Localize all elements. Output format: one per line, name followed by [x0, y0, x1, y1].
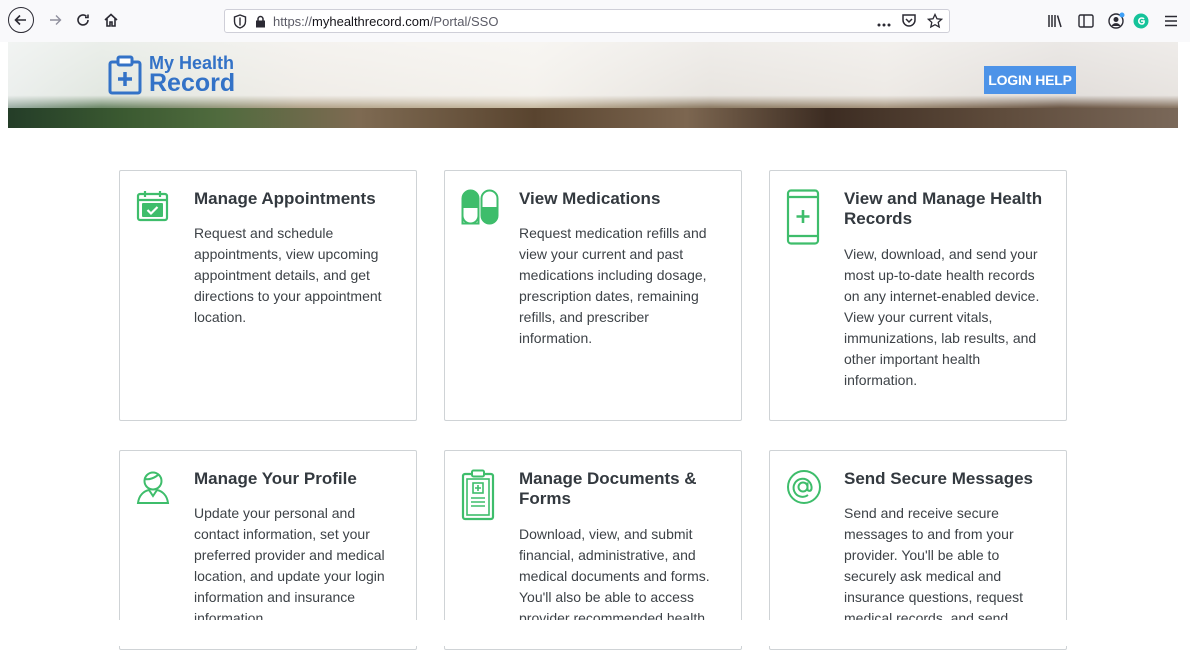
home-icon[interactable]	[98, 8, 124, 32]
login-help-button[interactable]: LOGIN HELP	[984, 66, 1076, 94]
header-banner-image	[8, 108, 1178, 128]
more-icon[interactable]	[877, 14, 891, 30]
shield-icon[interactable]	[227, 13, 253, 29]
card-title: Manage Appointments	[194, 189, 376, 208]
reload-icon[interactable]	[72, 8, 94, 32]
clipboard-document-icon	[461, 469, 495, 521]
account-icon[interactable]	[1105, 10, 1127, 32]
card-description: Download, view, and submit financial, ad…	[519, 526, 710, 626]
site-header: My Health Record LOGIN HELP	[8, 42, 1178, 128]
card-view-medications[interactable]: View Medications Request medication refi…	[444, 170, 742, 421]
card-title: Manage Your Profile	[194, 469, 357, 488]
library-icon[interactable]	[1044, 10, 1066, 32]
mobile-health-record-icon	[786, 189, 820, 245]
card-description: Request and schedule appointments, view …	[194, 225, 382, 325]
bookmark-star-icon[interactable]	[926, 12, 944, 32]
card-manage-appointments[interactable]: Manage Appointments Request and schedule…	[119, 170, 417, 421]
card-title: Send Secure Messages	[844, 469, 1033, 488]
sidebar-icon[interactable]	[1075, 10, 1097, 32]
pocket-icon[interactable]	[901, 13, 917, 31]
at-sign-icon	[786, 469, 821, 509]
card-description: View, download, and send your most up-to…	[844, 246, 1040, 388]
url-text[interactable]: https://myhealthrecord.com/Portal/SSO	[273, 14, 498, 29]
url-bar[interactable]: https://myhealthrecord.com/Portal/SSO	[224, 9, 950, 33]
viewport-bottom-edge	[0, 620, 1190, 646]
card-view-health-records[interactable]: View and Manage Health Records View, dow…	[769, 170, 1067, 421]
logo[interactable]: My Health Record	[108, 54, 235, 96]
card-title: Manage Documents & Forms	[519, 469, 697, 508]
card-title: View Medications	[519, 189, 661, 208]
card-description: Update your personal and contact informa…	[194, 505, 385, 626]
user-profile-icon	[136, 469, 170, 509]
forward-arrow-icon[interactable]	[44, 8, 66, 32]
extension-icon[interactable]	[1130, 10, 1152, 32]
pill-capsule-icon	[461, 189, 499, 229]
card-description: Request medication refills and view your…	[519, 225, 707, 346]
logo-text-line2: Record	[149, 69, 236, 97]
lock-icon[interactable]	[253, 15, 267, 28]
browser-toolbar: https://myhealthrecord.com/Portal/SSO	[0, 0, 1190, 42]
calendar-check-icon	[136, 189, 170, 229]
menu-icon[interactable]	[1160, 10, 1182, 32]
back-arrow-icon[interactable]	[8, 7, 34, 33]
clipboard-plus-icon	[108, 55, 142, 95]
card-description: Send and receive secure messages to and …	[844, 505, 1023, 626]
card-title: View and Manage Health Records	[844, 189, 1043, 228]
